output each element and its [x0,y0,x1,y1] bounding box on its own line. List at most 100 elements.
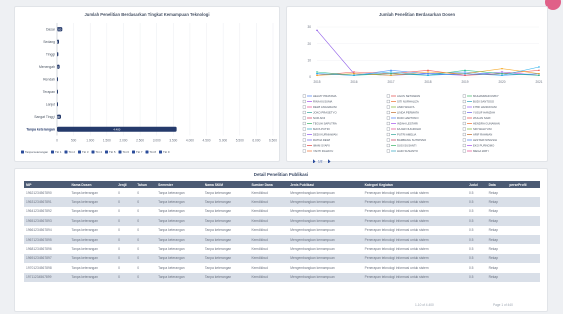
legend-label: Tkt 2 [69,150,76,154]
table-row[interactable]: 19651234567893 Tanpa keterangan 0 0 Tanpa ke… [24,216,540,226]
legend-checkbox [91,150,95,154]
y-tick-label: 20 [307,42,311,46]
page-info[interactable]: Page 1 of 440 [493,303,513,307]
x-tick-label: 4.000 [186,139,194,143]
table-cell: Tanpa keterangan [156,234,203,245]
table-row[interactable]: 19621234567890 Tanpa keterangan 0 0 Tanpa ke… [24,188,540,198]
table-cell [507,263,540,273]
column-header[interactable]: Data [486,181,508,188]
column-header[interactable]: Tahun [135,181,157,188]
legend-label: Tkt 8 [150,150,157,154]
table-cell: 0.5 [466,234,487,245]
table-cell: Tanpa keterangan [156,263,203,273]
column-header[interactable]: Nama Dosen [69,181,117,188]
x-tick-label: 0 [56,139,58,143]
legend-label: RINA KUSUMA [313,100,332,104]
table-cell: 0 [116,263,136,273]
table-cell: Mengembangkan kemampuan [288,253,363,264]
table-cell: Rekap [486,216,508,226]
legend-checkbox [386,105,390,109]
table-cell: 0 [135,216,157,226]
table-cell: Mengembangkan kemampuan [288,244,363,254]
table-cell: Tanpa keterangan [69,197,117,207]
table-cell: 0.5 [466,253,487,264]
table-cell: Kemdikbud [249,216,289,226]
column-header[interactable]: Jenjil [116,181,136,188]
table-cell: 19701234567898 [24,263,70,273]
y-category-label: Sedang [43,40,55,44]
y-tick-label: 10 [307,58,311,62]
table-cell: Tanpa keterangan [156,206,203,217]
column-header[interactable]: Nama SKIM [202,181,250,188]
legend-label: MEGA WATI [473,149,489,153]
legend-label: BAMBANG SUTRISNO [397,138,427,142]
table-cell: Mengembangkan kemampuan [288,272,363,282]
table-row[interactable]: 19631234567891 Tanpa keterangan 0 0 Tanpa ke… [24,197,540,207]
column-header[interactable]: Sumber Dana [249,181,289,188]
legend-label: HELMY PRATAMA [313,94,337,98]
table-row[interactable]: 19661234567894 Tanpa keterangan 0 0 Tanpa ke… [24,225,540,235]
table-cell: 0.5 [466,197,487,207]
series-point [501,71,503,73]
legend-label: Tkt 1 [55,150,62,154]
legend-checkbox [386,132,390,137]
series-point [538,72,540,75]
column-header[interactable]: Semester [156,181,203,188]
table-cell: Tanpa keterangan [156,188,203,198]
y-category-label: Menengah [39,65,55,69]
tkt-bar-chart: 0 500 1.000 1.500 2.000 2.500 3.000 3.500 4.000 4… [21,23,277,154]
table-row[interactable]: 19681234567896 Tanpa keterangan 0 0 Tanpa ke… [24,244,540,254]
series-point [390,74,392,77]
table-row[interactable]: 19641234567892 Tanpa keterangan 0 0 Tanpa ke… [24,206,540,217]
table-cell: Penerapan teknologi informasi untuk sist… [362,197,467,207]
table-cell: Rekap [486,206,508,217]
y-category-label: Rendah [43,77,55,81]
legend-label: DEDI KURNIAWAN [313,133,337,137]
table-cell: Penerapan teknologi informasi untuk sist… [362,216,467,226]
table-cell: Tanpa keterangan [69,253,117,264]
table-row[interactable]: 19671234567895 Tanpa keterangan 0 0 Tanpa ke… [24,234,540,245]
x-tick-label: 2.000 [119,139,127,143]
legend-label: EKO PURNOMO [473,144,495,148]
column-header[interactable]: Jenis Publikasi [288,181,363,188]
legend-checkbox [51,150,54,154]
table-cell [507,188,540,198]
table-row[interactable]: 19691234567897 Tanpa keterangan 0 0 Tanpa ke… [24,253,540,264]
table-cell: Penerapan teknologi informasi untuk sist… [362,253,467,264]
table-cell: 19661234567894 [24,225,70,235]
column-header[interactable]: Kategori Kegiatan [362,181,467,188]
column-header[interactable]: Judul [466,181,487,188]
table-row[interactable]: 19701234567898 Tanpa keterangan 0 0 Tanpa ke… [24,263,540,273]
table-cell: Tanpa keterangan [69,188,117,198]
table-cell: Penerapan teknologi informasi untuk sist… [362,188,467,198]
legend-label: RATNA DEWI [313,138,330,142]
legend-checkbox [302,105,306,109]
column-header[interactable]: NIP [24,181,70,188]
table-cell: Penerapan teknologi informasi untuk sist… [362,244,467,254]
rows-info: 1-10 of 4.400 [415,303,434,307]
legend-label: MAYA PUTRI [313,127,330,131]
table-cell: Mengembangkan kemampuan [288,225,363,235]
x-tick-label: 3.000 [153,139,161,143]
legend-checkbox [386,99,390,104]
table-cell [507,244,540,254]
table-cell: Kemdikbud [249,206,289,217]
detail-table: NIP Nama Dosen Jenjil Tahun Semester Nama SKI… [24,181,540,282]
table-cell: Tanpa keterangan [156,225,203,235]
series-point [501,67,503,70]
x-tick-label: 2018 [424,80,431,84]
legend-checkbox [386,149,390,153]
legend-label: HENDRA GUNAWAN [473,122,500,126]
y-category-label: Lanjut [46,102,55,106]
table-cell: 0 [135,206,157,217]
table-cell: Tanpa keterangan [69,263,117,273]
table-cell: 0 [116,234,136,245]
bar-value-label: 1.000 [53,115,60,119]
series-point [316,29,318,32]
column-header[interactable]: perseProfil [507,181,540,188]
x-tick-label: 3.500 [169,139,177,143]
table-cell [507,225,540,235]
table-cell: Mengembangkan kemampuan [288,234,363,245]
table-row[interactable]: 19711234567899 Tanpa keterangan 0 0 Tanpa ke… [24,272,540,282]
table-cell: 0.5 [466,272,487,282]
